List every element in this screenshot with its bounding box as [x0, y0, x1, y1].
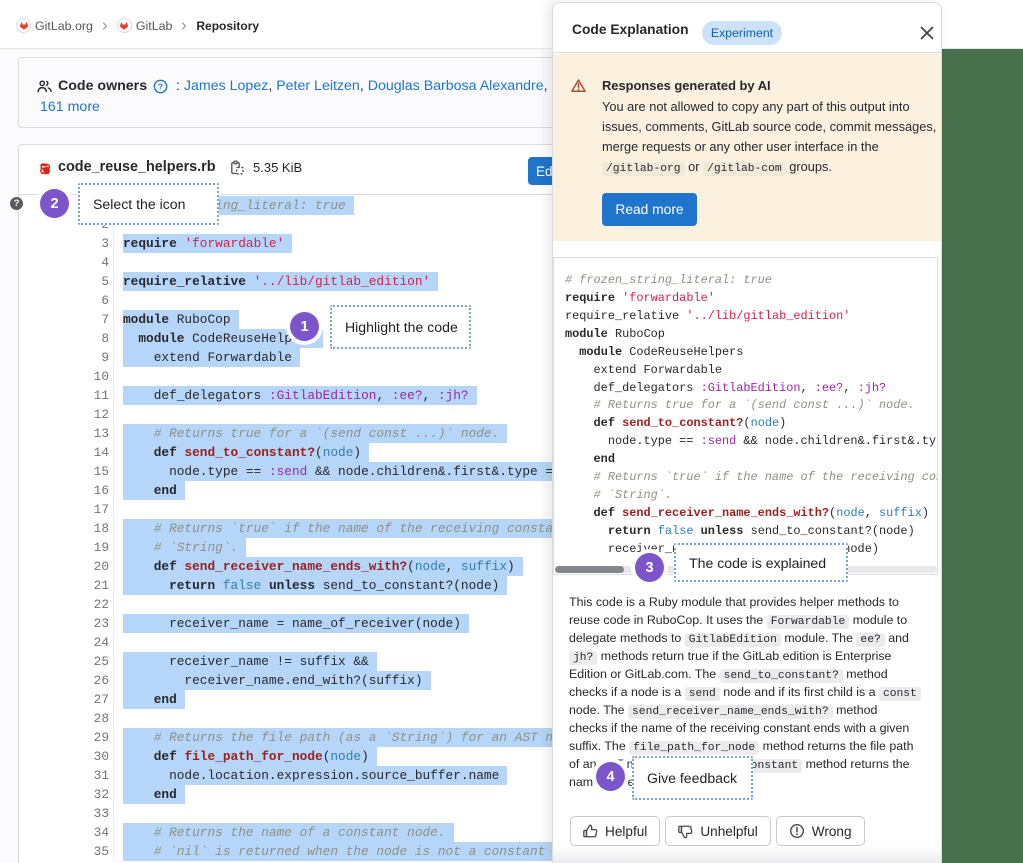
svg-text:?: ?	[158, 81, 163, 91]
